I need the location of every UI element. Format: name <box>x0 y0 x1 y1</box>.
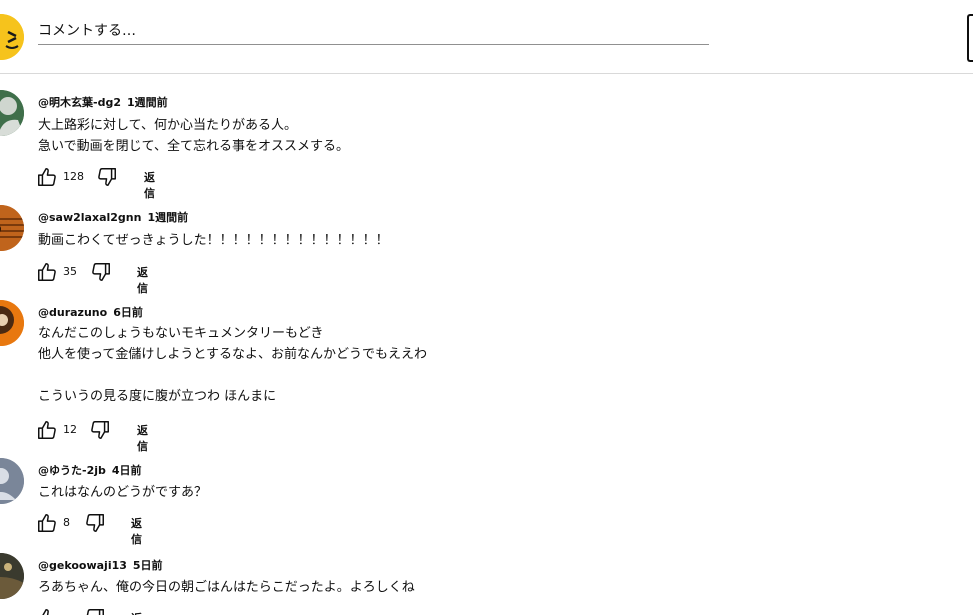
commenter-avatar[interactable] <box>0 300 24 346</box>
comment-time[interactable]: 5日前 <box>133 559 163 572</box>
reply-button[interactable]: 返信 <box>144 169 155 201</box>
side-panel-edge <box>967 14 973 62</box>
comment-time[interactable]: 4日前 <box>112 464 142 477</box>
comment-line: 急いで動画を閉じて、全て忘れる事をオススメする。 <box>38 139 349 154</box>
comment-text: ろあちゃん、俺の今日の朝ごはんはたらこだったよ。よろしくね <box>38 577 415 598</box>
comment-line: なんだこのしょうもないモキュメンタリーもどき <box>38 326 324 341</box>
reply-button[interactable]: 返信 <box>137 264 148 296</box>
commenter-avatar[interactable] <box>0 553 24 599</box>
user-avatar-icon <box>0 14 24 60</box>
comment-header: @ゆうた-2jb 4日前 <box>38 462 142 478</box>
thumbs-up-icon[interactable] <box>36 261 58 283</box>
avatar-image-icon <box>0 90 24 136</box>
comment-line: こういうの見る度に腹が立つわ ほんまに <box>38 389 277 404</box>
comment-text: 大上路彩に対して、何か心当たりがある人。 急いで動画を閉じて、全て忘れる事をオス… <box>38 115 349 157</box>
thumbs-up-icon[interactable] <box>36 166 58 188</box>
comment-line: 大上路彩に対して、何か心当たりがある人。 <box>38 118 297 133</box>
comment-text: なんだこのしょうもないモキュメンタリーもどき 他人を使って金儲けしようとするなよ… <box>38 323 427 407</box>
thumbs-down-icon[interactable] <box>89 419 111 441</box>
like-count: 128 <box>63 170 84 183</box>
thumbs-up-icon[interactable] <box>36 512 58 534</box>
comment-header: @durazuno 6日前 <box>38 304 143 320</box>
comment-author[interactable]: @saw2laxal2gnn <box>38 211 141 224</box>
comment-text: 動画こわくてぜっきょうした！！！！！！！！！！！！！！ <box>38 230 389 251</box>
commenter-avatar[interactable] <box>0 458 24 504</box>
comment-author[interactable]: @durazuno <box>38 306 107 319</box>
comment-line: これはなんのどうがですあ？ <box>38 485 208 500</box>
comment-composer: コメントする… <box>0 0 973 74</box>
comment-author[interactable]: @ゆうた-2jb <box>38 464 106 477</box>
thumbs-up-icon[interactable] <box>36 419 58 441</box>
comment-line: 他人を使って金儲けしようとするなよ、お前なんかどうでもええわ <box>38 347 427 362</box>
comment-time[interactable]: 6日前 <box>113 306 143 319</box>
like-count: 12 <box>63 423 77 436</box>
avatar-image-icon <box>0 458 24 504</box>
reply-button[interactable]: 返信 <box>131 610 142 615</box>
comments-page: コメントする… @明木玄葉-dg2 1週間前 大上路彩に対して、何か心当たりがある… <box>0 0 973 615</box>
comment-header: @gekoowaji13 5日前 <box>38 557 163 573</box>
thumbs-down-icon[interactable] <box>84 512 106 534</box>
comment-time[interactable]: 1週間前 <box>127 96 168 109</box>
comment-header: @saw2laxal2gnn 1週間前 <box>38 209 188 225</box>
commenter-avatar[interactable] <box>0 90 24 136</box>
comment-input[interactable]: コメントする… <box>38 18 709 45</box>
comment-author[interactable]: @gekoowaji13 <box>38 559 127 572</box>
comment-header: @明木玄葉-dg2 1週間前 <box>38 94 168 110</box>
reply-button[interactable]: 返信 <box>131 515 142 547</box>
comment-line: ろあちゃん、俺の今日の朝ごはんはたらこだったよ。よろしくね <box>38 580 415 595</box>
avatar-image-icon <box>0 300 24 346</box>
thumbs-down-icon[interactable] <box>84 607 106 615</box>
comment-line: 動画こわくてぜっきょうした！！！！！！！！！！！！！！ <box>38 233 389 248</box>
comment-text: これはなんのどうがですあ？ <box>38 482 207 503</box>
thumbs-up-icon[interactable] <box>36 607 58 615</box>
like-count: 8 <box>63 516 70 529</box>
commenter-avatar[interactable] <box>0 205 24 251</box>
avatar-image-icon <box>0 553 24 599</box>
comment-time[interactable]: 1週間前 <box>147 211 188 224</box>
thumbs-down-icon[interactable] <box>90 261 112 283</box>
reply-button[interactable]: 返信 <box>137 422 148 454</box>
comment-author[interactable]: @明木玄葉-dg2 <box>38 96 121 109</box>
like-count: 35 <box>63 265 77 278</box>
avatar-image-icon <box>0 205 24 251</box>
user-avatar[interactable] <box>0 14 24 60</box>
thumbs-down-icon[interactable] <box>96 166 118 188</box>
